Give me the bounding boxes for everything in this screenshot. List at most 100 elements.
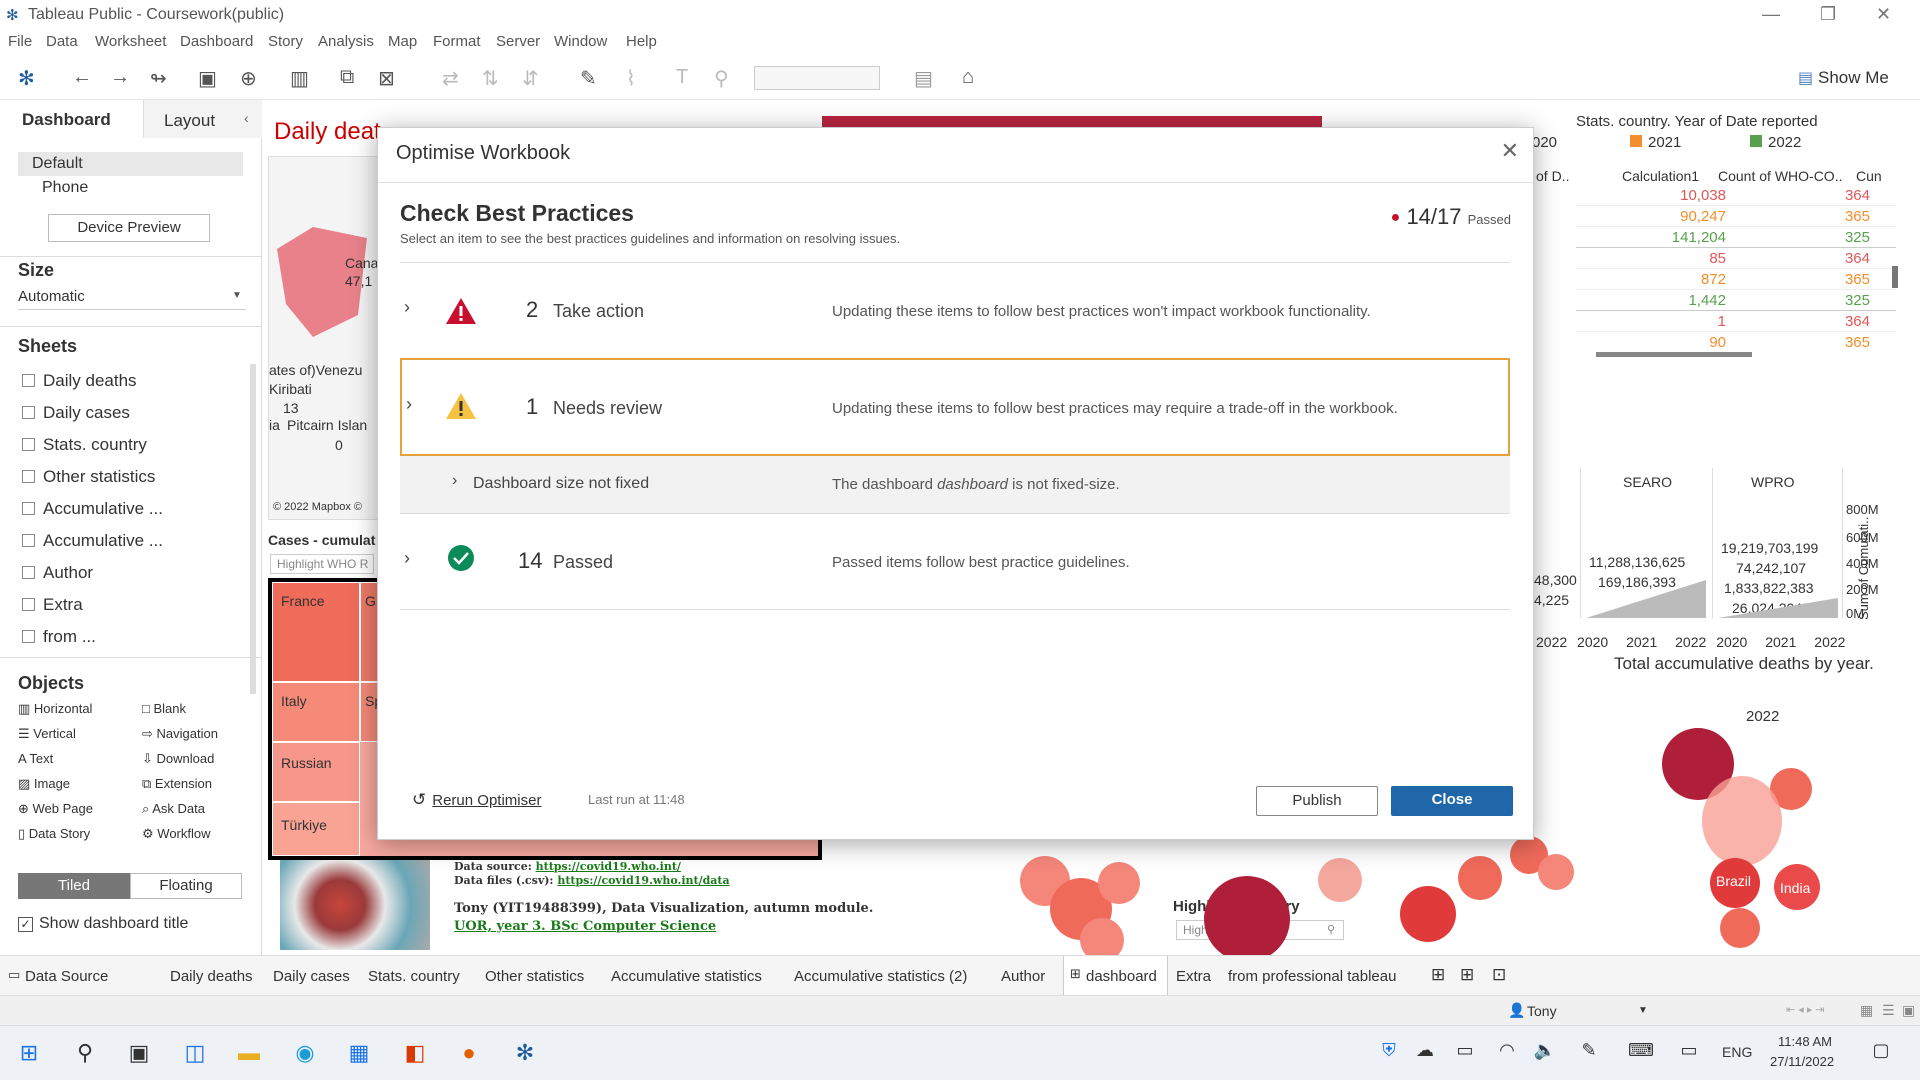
fit-dropdown[interactable] (754, 66, 880, 90)
menu-worksheet[interactable]: Worksheet (95, 33, 166, 50)
sort-asc-icon[interactable]: ⇅ (482, 66, 499, 91)
tab-daily-cases[interactable]: Daily cases (273, 968, 350, 985)
menu-file[interactable]: File (8, 33, 32, 50)
close-icon[interactable]: ✕ (1501, 138, 1519, 164)
minimize-button[interactable]: — (1762, 4, 1780, 25)
tab-daily-deaths[interactable]: Daily deaths (170, 968, 253, 985)
object-image[interactable]: ▨ Image (18, 776, 70, 792)
tableau-home-icon[interactable]: ✻ (18, 66, 35, 91)
object-extension[interactable]: ⧉ Extension (142, 776, 212, 792)
bubble[interactable] (1538, 854, 1574, 890)
office-icon[interactable]: ◧ (400, 1040, 430, 1068)
size-dropdown[interactable]: Automatic ▼ (18, 286, 246, 310)
firefox-icon[interactable]: ● (454, 1040, 484, 1068)
replace-data-icon[interactable]: ↬ (150, 66, 167, 91)
table-scrollbar-v[interactable] (1892, 266, 1898, 288)
file-explorer-icon[interactable]: ▬ (234, 1040, 264, 1068)
object-vertical[interactable]: ☰ Vertical (18, 726, 76, 742)
swap-icon[interactable]: ⇄ (442, 66, 459, 91)
volume-icon[interactable]: 🔈 (1530, 1040, 1560, 1068)
sort-desc-icon[interactable]: ⇵ (522, 66, 539, 91)
object-ask-data[interactable]: ⌕ Ask Data (142, 801, 205, 817)
sheet-item[interactable]: Stats. country (22, 435, 147, 455)
menu-format[interactable]: Format (433, 33, 481, 50)
onedrive-icon[interactable]: ☁ (1410, 1040, 1440, 1068)
defender-icon[interactable]: ⛨ (1374, 1040, 1404, 1068)
tablet-icon[interactable]: ▭ (1674, 1040, 1704, 1068)
menu-story[interactable]: Story (268, 33, 303, 50)
needs-review-row[interactable]: › 1 Needs review Updating these items to… (400, 358, 1510, 456)
object-horizontal[interactable]: ▥ Horizontal (18, 701, 92, 717)
new-dashboard-tab-icon[interactable]: ⊞ (1460, 965, 1474, 985)
group-icon[interactable]: ⌇ (626, 66, 636, 91)
redo-icon[interactable]: → (110, 66, 130, 89)
device-default[interactable]: Default (18, 152, 243, 176)
menu-analysis[interactable]: Analysis (318, 33, 374, 50)
close-button[interactable]: Close (1391, 786, 1513, 816)
menu-map[interactable]: Map (388, 33, 417, 50)
chevron-down-icon[interactable]: ▼ (1638, 1005, 1648, 1016)
duplicate-icon[interactable]: ⧉ (340, 66, 354, 89)
user-name[interactable]: Tony (1527, 1003, 1557, 1019)
tiled-button[interactable]: Tiled (18, 873, 130, 899)
task-view-icon[interactable]: ▣ (124, 1040, 154, 1068)
sheet-item[interactable]: Extra (22, 595, 83, 615)
object-text[interactable]: A Text (18, 751, 53, 766)
tab-other-statistics[interactable]: Other statistics (485, 968, 584, 985)
show-cards-icon[interactable]: ▤ (914, 66, 933, 91)
sheet-item[interactable]: from ... (22, 627, 96, 647)
bubble[interactable] (1204, 876, 1290, 955)
show-me-icon[interactable]: ▤ (1798, 68, 1813, 88)
tab-author[interactable]: Author (1001, 968, 1045, 985)
bubble[interactable] (1098, 862, 1140, 904)
highlight-icon[interactable]: ✎ (580, 66, 597, 91)
grid-view-icon[interactable]: ▦ (1860, 1002, 1873, 1019)
passed-row[interactable]: › 14 Passed Passed items follow best pra… (400, 514, 1510, 610)
tab-stats-country[interactable]: Stats. country (368, 968, 460, 985)
tab-dashboard[interactable]: Dashboard (0, 100, 143, 138)
labels-icon[interactable]: T (676, 66, 688, 89)
collapse-icon[interactable]: ‹ (244, 110, 249, 126)
maximize-button[interactable]: ❐ (1820, 4, 1836, 25)
windows-start-icon[interactable]: ⊞ (14, 1040, 44, 1068)
bubble[interactable] (1702, 776, 1782, 866)
tab-accumulative-statistics-2[interactable]: Accumulative statistics (2) (794, 968, 967, 985)
object-download[interactable]: ⇩ Download (142, 751, 214, 767)
map-view[interactable]: Cana 47,1 ates of)Venezu Kiribati 13 ia … (268, 156, 380, 520)
edge-icon[interactable]: ◉ (290, 1040, 320, 1068)
filmstrip-view-icon[interactable]: ▣ (1902, 1002, 1915, 1019)
object-web-page[interactable]: ⊕ Web Page (18, 801, 93, 817)
sheet-item[interactable]: Accumulative ... (22, 499, 163, 519)
device-preview-button[interactable]: Device Preview (48, 214, 210, 242)
list-view-icon[interactable]: ☰ (1882, 1002, 1895, 1019)
show-title-checkbox[interactable]: ✓ Show dashboard title (18, 915, 188, 933)
tab-accumulative-statistics[interactable]: Accumulative statistics (611, 968, 762, 985)
notifications-icon[interactable]: ▢ (1866, 1040, 1896, 1068)
show-me-button[interactable]: Show Me (1818, 68, 1889, 88)
sheet-item[interactable]: Author (22, 563, 93, 583)
uni-line[interactable]: UOR, year 3. BSc Computer Science (454, 919, 716, 934)
language-indicator[interactable]: ENG (1722, 1044, 1752, 1060)
tab-layout[interactable]: Layout ‹ (143, 100, 262, 138)
tab-data-source[interactable]: Data Source (25, 968, 108, 985)
object-navigation[interactable]: ⇨ Navigation (142, 726, 218, 742)
menu-help[interactable]: Help (626, 33, 657, 50)
pen-icon[interactable]: ✎ (1574, 1040, 1604, 1068)
menu-window[interactable]: Window (554, 33, 607, 50)
undo-icon[interactable]: ← (72, 66, 92, 89)
menu-server[interactable]: Server (496, 33, 540, 50)
clock-time[interactable]: 11:48 AM (1778, 1034, 1832, 1049)
new-data-source-icon[interactable]: ⊕ (240, 66, 257, 91)
files-link[interactable]: https://covid19.who.int/data (557, 874, 729, 887)
tab-from-professional-tableau[interactable]: from professional tableau (1228, 968, 1396, 985)
object-blank[interactable]: □ Blank (142, 701, 186, 716)
sheet-item[interactable]: Other statistics (22, 467, 155, 487)
table-scrollbar-h[interactable] (1596, 352, 1752, 357)
bubble[interactable] (1720, 908, 1760, 948)
store-icon[interactable]: ▦ (344, 1040, 374, 1068)
menu-dashboard[interactable]: Dashboard (180, 33, 253, 50)
bubble[interactable] (1318, 858, 1362, 902)
tab-dashboard-active[interactable]: ⊞ dashboard (1063, 956, 1168, 995)
keyboard-icon[interactable]: ⌨ (1626, 1040, 1656, 1068)
take-action-row[interactable]: › 2 Take action Updating these items to … (400, 263, 1510, 359)
